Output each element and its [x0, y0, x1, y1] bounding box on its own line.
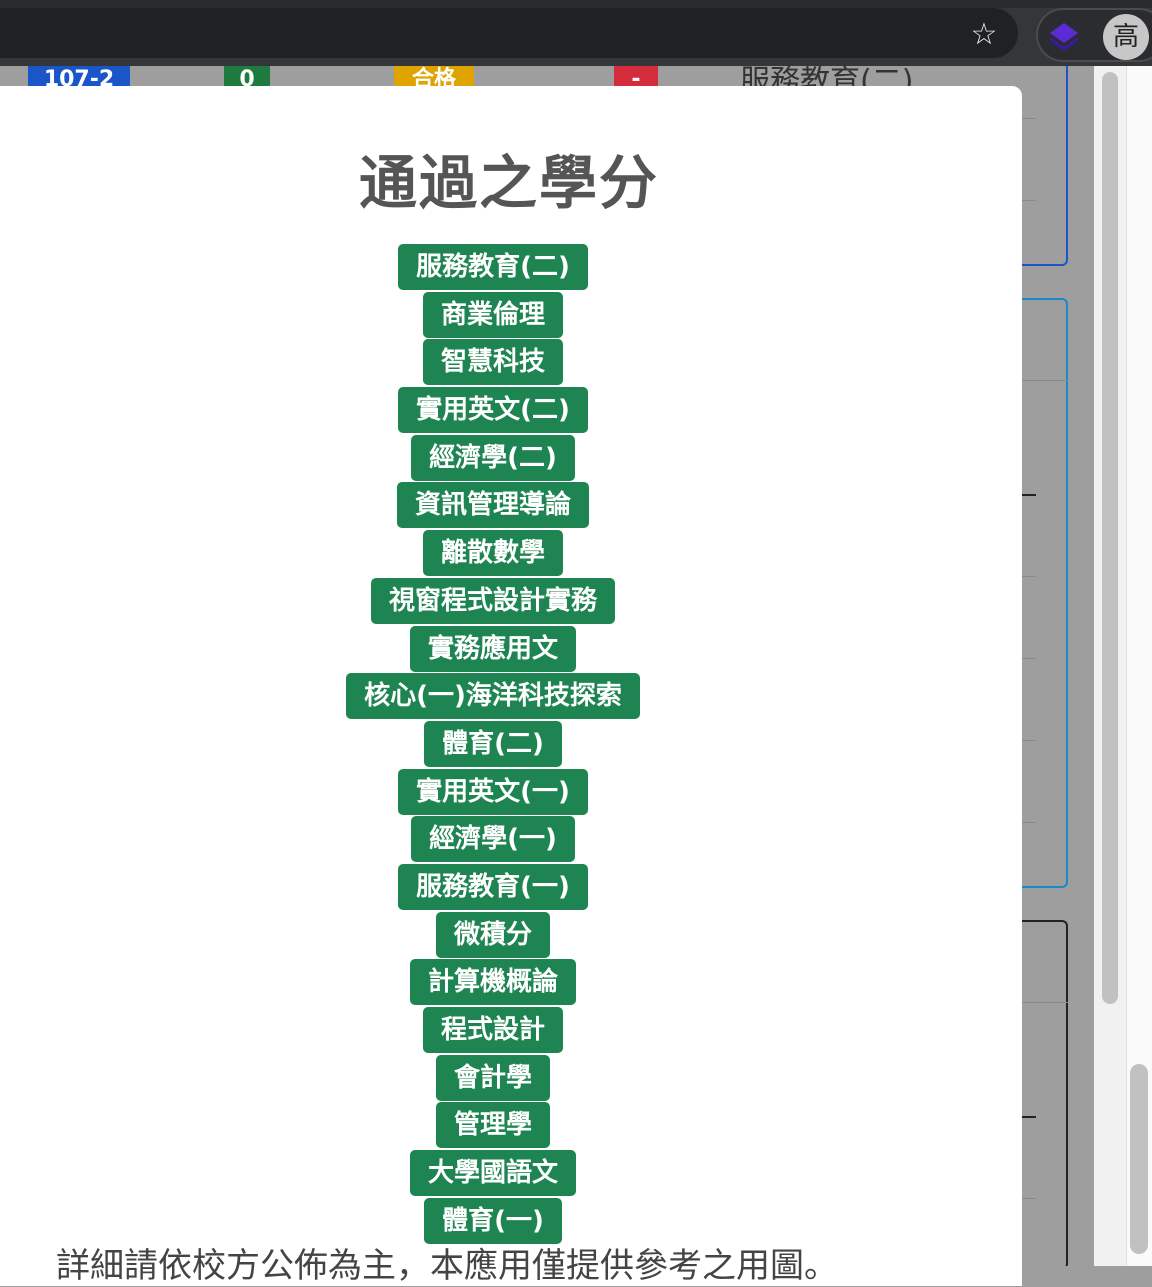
credit-badge: 服務教育(二) — [398, 244, 588, 290]
credit-badge: 微積分 — [435, 911, 550, 958]
address-bar[interactable] — [0, 8, 1018, 58]
credit-badge: 資訊管理導論 — [396, 482, 589, 529]
extension-icon[interactable] — [1046, 19, 1082, 55]
credit-badge: 離散數學 — [422, 530, 563, 577]
pass-status-badge: 合格 — [394, 66, 474, 88]
semester-badge: 107-2 — [28, 66, 130, 88]
credit-badge: 經濟學(一) — [411, 816, 575, 863]
course-card — [1022, 298, 1068, 888]
divider — [1022, 576, 1036, 577]
credit-badge: 商業倫理 — [422, 291, 563, 338]
credit-badge: 體育(二) — [424, 720, 562, 767]
course-card — [1022, 66, 1068, 266]
credit-badge: 實用英文(一) — [398, 768, 588, 815]
window-scrollbar-thumb[interactable] — [1130, 1064, 1148, 1254]
credit-badge: 程式設計 — [422, 1007, 563, 1053]
credit-badge: 計算機概論 — [409, 959, 576, 1006]
divider — [1022, 380, 1068, 381]
credit-badge: 智慧科技 — [422, 339, 563, 386]
divider — [1022, 822, 1036, 823]
modal-title: 通過之學分 — [358, 149, 659, 217]
credit-badge: 經濟學(二) — [411, 434, 575, 481]
divider — [1022, 1002, 1068, 1003]
credit-badge: 實務應用文 — [409, 625, 576, 672]
profile-avatar[interactable]: 高 — [1103, 14, 1149, 60]
passed-credits-modal: 通過之學分 服務教育(二) 商業倫理 智慧科技 實用英文(二) 經濟學(二) 資訊管理導論… — [0, 86, 1022, 1286]
divider — [1022, 1116, 1036, 1118]
course-card — [1022, 920, 1068, 1266]
remark-badge: - — [614, 66, 658, 88]
credit-badge: 服務教育(一) — [398, 863, 588, 910]
divider — [1022, 494, 1036, 496]
credit-badge: 視窗程式設計實務 — [370, 577, 615, 624]
divider — [1022, 1198, 1036, 1199]
credit-badge: 核心(一)海洋科技探索 — [346, 673, 640, 720]
page-scrollbar-thumb[interactable] — [1102, 72, 1118, 1004]
credit-badge: 實用英文(二) — [398, 387, 588, 434]
credit-badge: 體育(一) — [424, 1197, 562, 1244]
divider — [1022, 740, 1036, 741]
disclaimer-text: 詳細請依校方公佈為主，本應用僅提供參考之用圖。 — [56, 1246, 838, 1286]
star-icon[interactable]: ☆ — [966, 17, 1002, 53]
divider — [1022, 118, 1036, 119]
divider — [1022, 200, 1036, 201]
credit-badge: 管理學 — [435, 1102, 550, 1149]
credit-list: 服務教育(二) 商業倫理 智慧科技 實用英文(二) 經濟學(二) 資訊管理導論 離散數學 視窗… — [0, 244, 986, 1245]
credit-badge: 大學國語文 — [409, 1150, 576, 1197]
credit-count-badge: 0 — [224, 66, 270, 88]
divider — [1022, 658, 1036, 659]
credit-badge: 會計學 — [435, 1054, 550, 1101]
